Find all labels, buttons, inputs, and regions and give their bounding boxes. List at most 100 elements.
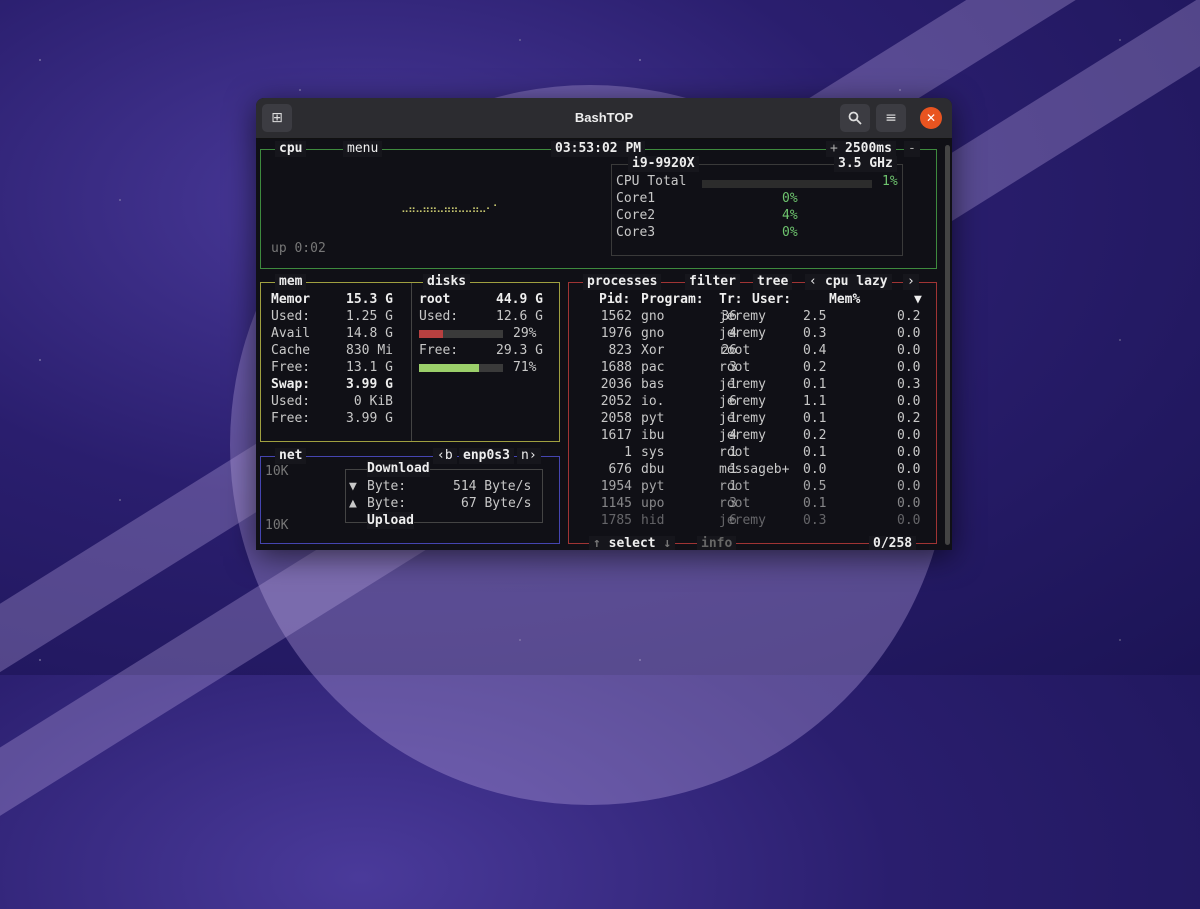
mem-stat-label: Cache	[271, 343, 311, 358]
menu-icon: ≡	[885, 110, 897, 126]
proc-mem: 0.1	[803, 496, 827, 511]
network-panel: net ‹b enp0s3 n› 10K 10K Download ▼ Byte…	[260, 448, 560, 544]
cpu-graph: ⣀⣤⣀⣤⣤⣀⣤⣤⣀⣀⣤⣀⠄⠂	[401, 200, 501, 213]
proc-program: sys	[641, 445, 665, 460]
disks-tab[interactable]: disks	[423, 274, 471, 290]
mem-stat-label: Avail	[271, 326, 311, 341]
bashtop-terminal[interactable]: cpu menu 03:53:02 PM + 2500ms - ⣀⣤⣀⣤⣤⣀⣤⣤…	[256, 139, 952, 550]
mem-stat-label: Free:	[271, 411, 311, 426]
proc-program: hid	[641, 513, 665, 528]
menu-tab[interactable]: menu	[343, 141, 383, 157]
proc-header-mem[interactable]: Mem%	[829, 291, 860, 308]
proc-pid: 823	[608, 343, 632, 358]
proc-cpu: 0.0	[897, 360, 921, 375]
proc-pid: 1617	[600, 428, 632, 443]
proc-pid: 1976	[600, 326, 632, 341]
proc-user: jeremy	[719, 326, 766, 341]
filter-tab[interactable]: filter	[685, 274, 740, 290]
tree-tab[interactable]: tree	[753, 274, 793, 290]
update-interval: 2500ms	[841, 141, 896, 157]
proc-mem: 0.3	[803, 326, 827, 341]
proc-mem: 0.1	[803, 411, 827, 426]
proc-pid: 1562	[600, 309, 632, 324]
cpu-model: i9-9920X	[628, 156, 699, 172]
proc-program: gno	[641, 326, 665, 341]
proc-pid: 1954	[600, 479, 632, 494]
proc-pid: 1785	[600, 513, 632, 528]
proc-program: Xor	[641, 343, 665, 358]
interval-increase[interactable]: +	[826, 141, 842, 157]
proc-header-pid[interactable]: Pid:	[599, 291, 630, 308]
cpu-panel: cpu menu 03:53:02 PM + 2500ms - ⣀⣤⣀⣤⣤⣀⣤⣤…	[260, 141, 937, 269]
proc-pid: 2052	[600, 394, 632, 409]
proc-mem: 0.1	[803, 377, 827, 392]
iface-prev-button[interactable]: ‹b	[433, 448, 457, 464]
cpu-total-label: CPU Total	[616, 174, 687, 189]
core-value: 4%	[782, 208, 798, 223]
upload-label: Upload	[367, 512, 414, 529]
proc-mem: 1.1	[803, 394, 827, 409]
disk-free-pct: 71%	[513, 360, 537, 375]
up-speed: 67 Byte/s	[461, 496, 532, 511]
mem-stat-value: 1.25 G	[346, 309, 393, 324]
processes-panel: processes filter tree ‹ cpu lazy › Pid: …	[568, 274, 937, 550]
up-unit: Byte:	[367, 496, 407, 511]
proc-pid: 676	[608, 462, 632, 477]
proc-mem: 0.3	[803, 513, 827, 528]
close-icon: ✕	[925, 111, 937, 125]
proc-cpu: 0.0	[897, 394, 921, 409]
core-value: 0%	[782, 191, 798, 206]
cpu-tab[interactable]: cpu	[275, 141, 307, 157]
download-label: Download	[367, 460, 430, 477]
disk-used-pct: 29%	[513, 326, 537, 341]
proc-user: root	[719, 479, 751, 494]
mem-stat-value: 15.3 G	[346, 292, 393, 307]
iface-next-button[interactable]: n›	[517, 448, 541, 464]
interval-decrease[interactable]: -	[904, 141, 920, 157]
core-value: 0%	[782, 225, 798, 240]
mem-tab[interactable]: mem	[275, 274, 307, 290]
proc-program: pyt	[641, 411, 665, 426]
processes-tab[interactable]: processes	[583, 274, 662, 290]
title-bar: ⊞ BashTOP ≡ ✕	[256, 98, 952, 139]
select-up-icon: ↑	[593, 536, 601, 550]
sort-next-button[interactable]: ›	[903, 274, 919, 290]
proc-cpu: 0.0	[897, 496, 921, 511]
net-tab[interactable]: net	[275, 448, 307, 464]
mem-stat-value: 0 KiB	[353, 394, 393, 409]
select-control[interactable]: ↑ select ↓	[589, 536, 676, 550]
disk-used-label: Used:	[419, 309, 459, 324]
mem-stat-value: 13.1 G	[346, 360, 393, 375]
search-icon	[848, 111, 862, 125]
proc-pid: 1145	[600, 496, 632, 511]
sort-prev-button[interactable]: ‹	[805, 274, 821, 290]
clock: 03:53:02 PM	[551, 141, 646, 157]
mem-stat-label: Free:	[271, 360, 311, 375]
proc-header-user[interactable]: User:	[752, 291, 791, 308]
down-arrow-icon: ▼	[349, 479, 357, 494]
core-label: Core2	[616, 208, 656, 223]
proc-user: jeremy	[719, 411, 766, 426]
core-label: Core1	[616, 191, 656, 206]
proc-mem: 0.4	[803, 343, 827, 358]
proc-header-threads[interactable]: Tr:	[719, 291, 742, 308]
info-button[interactable]: info	[697, 536, 737, 550]
uptime: up 0:02	[271, 241, 326, 256]
terminal-window: ⊞ BashTOP ≡ ✕ cpu menu 03:53:02 PM + 250…	[256, 98, 952, 550]
search-button[interactable]	[840, 104, 870, 132]
mem-stat-label: Memor	[271, 292, 311, 307]
proc-user: root	[719, 360, 751, 375]
net-scale-bottom: 10K	[265, 518, 289, 533]
proc-program: upo	[641, 496, 665, 511]
close-button[interactable]: ✕	[920, 107, 942, 129]
proc-user: root	[719, 343, 751, 358]
proc-pid: 1688	[600, 360, 632, 375]
proc-cpu: 0.2	[897, 411, 921, 426]
proc-header-program[interactable]: Program:	[641, 291, 704, 308]
interface-name: enp0s3	[459, 448, 514, 464]
sort-direction-icon[interactable]: ▼	[914, 291, 922, 308]
proc-user: messageb+	[719, 462, 790, 477]
scrollbar[interactable]	[945, 145, 950, 545]
hamburger-menu-button[interactable]: ≡	[876, 104, 906, 132]
proc-mem: 0.0	[803, 462, 827, 477]
